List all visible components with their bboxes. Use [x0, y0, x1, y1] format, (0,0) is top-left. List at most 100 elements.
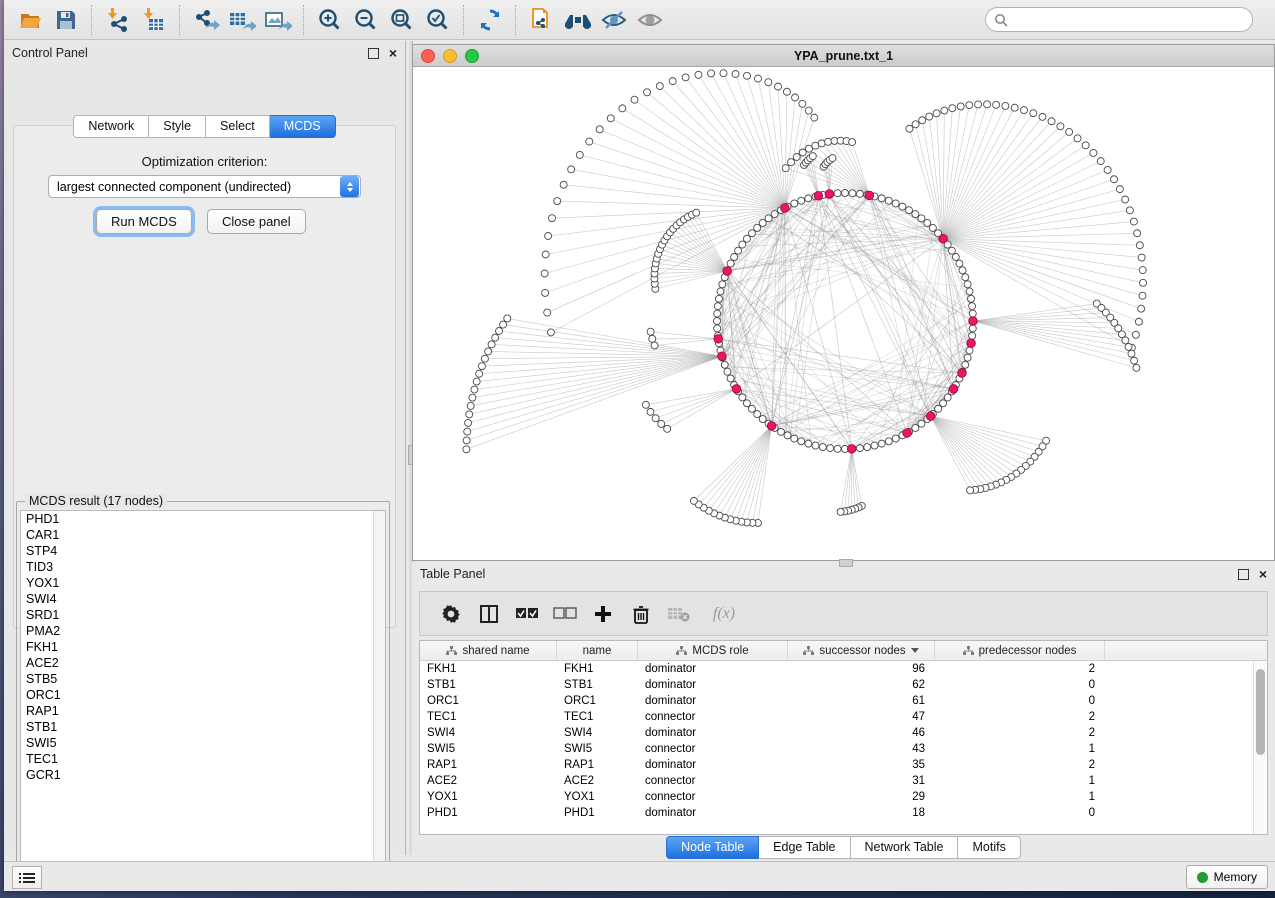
network-node[interactable]: [918, 420, 925, 427]
table-settings-gear-icon[interactable]: [436, 599, 466, 629]
network-node[interactable]: [1122, 196, 1129, 203]
network-node[interactable]: [714, 310, 721, 317]
network-node[interactable]: [825, 138, 832, 145]
column-header-successor-nodes[interactable]: successor nodes: [788, 641, 935, 660]
maximize-window-icon[interactable]: [465, 49, 479, 63]
open-folder-icon[interactable]: [15, 5, 45, 35]
result-node[interactable]: SWI4: [21, 591, 385, 607]
network-node[interactable]: [1097, 158, 1104, 165]
cell-shared-name[interactable]: FKH1: [420, 661, 557, 677]
network-node[interactable]: [1082, 142, 1089, 149]
cell-name[interactable]: TEC1: [557, 709, 638, 725]
network-node[interactable]: [933, 110, 940, 117]
network-node[interactable]: [964, 354, 971, 361]
cell-mcds-role[interactable]: dominator: [638, 805, 788, 821]
cell-predecessor-nodes[interactable]: 2: [935, 757, 1105, 773]
network-node[interactable]: [837, 508, 844, 515]
cell-mcds-role[interactable]: connector: [638, 741, 788, 757]
network-node[interactable]: [739, 394, 746, 401]
network-node[interactable]: [829, 155, 836, 162]
function-builder-icon[interactable]: f(x): [702, 599, 746, 629]
network-node[interactable]: [744, 72, 751, 79]
network-node[interactable]: [759, 416, 766, 423]
network-node[interactable]: [656, 83, 663, 90]
network-node[interactable]: [1122, 337, 1129, 344]
network-node[interactable]: [809, 153, 816, 160]
network-node[interactable]: [782, 165, 789, 172]
cell-shared-name[interactable]: STB1: [420, 677, 557, 693]
network-node[interactable]: [805, 107, 812, 114]
network-node[interactable]: [1131, 357, 1138, 364]
network-node[interactable]: [1139, 292, 1146, 299]
cell-shared-name[interactable]: ACE2: [420, 773, 557, 789]
table-row[interactable]: ORC1ORC1dominator610: [420, 693, 1267, 709]
network-node[interactable]: [642, 401, 649, 408]
network-node[interactable]: [959, 267, 966, 274]
network-node[interactable]: [496, 327, 503, 334]
network-node[interactable]: [1128, 350, 1135, 357]
network-node[interactable]: [731, 254, 738, 261]
cell-successor-nodes[interactable]: 46: [788, 725, 935, 741]
mcds-hub-node[interactable]: [825, 190, 834, 199]
table-row[interactable]: ACE2ACE2connector311: [420, 773, 1267, 789]
network-node[interactable]: [778, 428, 785, 435]
network-node[interactable]: [940, 400, 947, 407]
result-node[interactable]: GCR1: [21, 767, 385, 783]
cell-shared-name[interactable]: SWI5: [420, 741, 557, 757]
network-node[interactable]: [919, 117, 926, 124]
network-node[interactable]: [805, 440, 812, 447]
result-node[interactable]: STB1: [21, 719, 385, 735]
network-node[interactable]: [743, 400, 750, 407]
zoom-selected-icon[interactable]: [423, 5, 453, 35]
network-node[interactable]: [1002, 102, 1009, 109]
result-node[interactable]: PMA2: [21, 623, 385, 639]
network-node[interactable]: [721, 361, 728, 368]
network-node[interactable]: [465, 419, 472, 426]
network-node[interactable]: [504, 315, 511, 322]
network-node[interactable]: [957, 103, 964, 110]
network-node[interactable]: [727, 375, 734, 382]
network-node[interactable]: [1138, 305, 1145, 312]
close-window-icon[interactable]: [421, 49, 435, 63]
network-node[interactable]: [464, 428, 471, 435]
cell-mcds-role[interactable]: dominator: [638, 677, 788, 693]
cell-successor-nodes[interactable]: 43: [788, 741, 935, 757]
network-node[interactable]: [549, 215, 556, 222]
network-node[interactable]: [969, 310, 976, 317]
network-graph[interactable]: [413, 67, 1274, 560]
cell-mcds-role[interactable]: dominator: [638, 725, 788, 741]
network-node[interactable]: [652, 415, 659, 422]
node-table[interactable]: shared name name MCDS role successor nod…: [419, 640, 1268, 835]
network-node[interactable]: [541, 270, 548, 277]
network-node[interactable]: [842, 190, 849, 197]
cell-predecessor-nodes[interactable]: 2: [935, 725, 1105, 741]
network-node[interactable]: [719, 281, 726, 288]
network-node[interactable]: [754, 411, 761, 418]
table-tab-node-table[interactable]: Node Table: [666, 836, 759, 859]
cell-successor-nodes[interactable]: 35: [788, 757, 935, 773]
network-node[interactable]: [467, 402, 474, 409]
network-node[interactable]: [799, 149, 806, 156]
mcds-hub-node[interactable]: [718, 352, 727, 361]
network-canvas[interactable]: [413, 67, 1274, 560]
network-node[interactable]: [1125, 343, 1132, 350]
network-node[interactable]: [735, 247, 742, 254]
zoom-in-icon[interactable]: [315, 5, 345, 35]
network-node[interactable]: [732, 70, 739, 77]
mcds-hub-node[interactable]: [903, 429, 912, 438]
cell-successor-nodes[interactable]: 96: [788, 661, 935, 677]
network-node[interactable]: [964, 281, 971, 288]
sort-chevron-icon[interactable]: [911, 648, 919, 653]
network-node[interactable]: [892, 200, 899, 207]
result-node[interactable]: YOX1: [21, 575, 385, 591]
network-node[interactable]: [500, 321, 507, 328]
network-node[interactable]: [811, 114, 818, 121]
network-node[interactable]: [956, 260, 963, 267]
float-panel-icon[interactable]: [368, 48, 379, 59]
network-node[interactable]: [975, 101, 982, 108]
mcds-hub-node[interactable]: [926, 412, 935, 421]
network-node[interactable]: [739, 241, 746, 248]
cell-shared-name[interactable]: RAP1: [420, 757, 557, 773]
network-node[interactable]: [819, 444, 826, 451]
cell-name[interactable]: SWI5: [557, 741, 638, 757]
